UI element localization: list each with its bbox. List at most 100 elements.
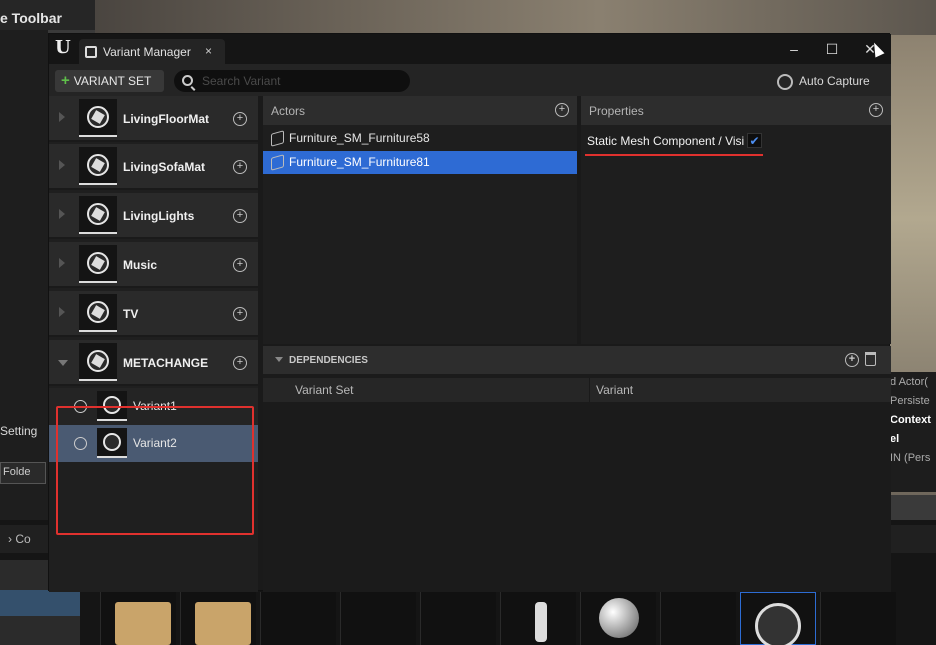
trash-icon[interactable] xyxy=(865,352,876,366)
red-highlight-box xyxy=(56,406,254,535)
variant-set-thumbnail xyxy=(79,343,117,381)
background-detail-line: Context xyxy=(890,414,931,426)
asset-thumbnail[interactable] xyxy=(260,592,336,645)
variant-manager-window: U Variant Manager × – ☐ ✕ +VARIANT SET A… xyxy=(48,33,891,592)
variant-set-name: TV xyxy=(123,307,139,321)
variant-set-thumbnail xyxy=(79,294,117,332)
cube-icon xyxy=(87,350,109,372)
search-input[interactable] xyxy=(202,73,402,89)
add-actor-icon[interactable]: + xyxy=(555,103,569,117)
cube-icon xyxy=(87,301,109,323)
maximize-button[interactable]: ☐ xyxy=(819,38,845,60)
add-dependency-icon[interactable]: + xyxy=(845,353,859,367)
add-property-icon[interactable]: + xyxy=(869,103,883,117)
column-header-variant-set[interactable]: Variant Set xyxy=(295,383,353,397)
content-label: Co xyxy=(15,532,31,546)
actors-panel: Actors + Furniture_SM_Furniture58 Furnit… xyxy=(263,96,577,344)
column-divider[interactable] xyxy=(589,378,590,402)
unreal-logo-icon: U xyxy=(55,37,71,58)
asset-thumbnail[interactable] xyxy=(820,592,896,645)
background-detail-line: el xyxy=(890,433,900,445)
add-variant-icon[interactable]: + xyxy=(233,307,247,321)
variant-set-thumbnail xyxy=(79,99,117,137)
camera-icon xyxy=(777,73,793,90)
plus-icon: + xyxy=(61,72,70,89)
asset-thumbnail[interactable] xyxy=(340,592,416,645)
variant-set-row[interactable]: TV + xyxy=(49,291,258,337)
actor-row-selected[interactable]: Furniture_SM_Furniture81 xyxy=(263,151,577,174)
background-folder-dropdown[interactable]: Folde xyxy=(0,462,46,484)
collapse-arrow-icon[interactable] xyxy=(58,360,68,366)
variant-set-row[interactable]: LivingSofaMat + xyxy=(49,144,258,190)
add-variant-icon[interactable]: + xyxy=(233,209,247,223)
content-tree-selected[interactable] xyxy=(0,590,80,616)
folder-thumbnail[interactable] xyxy=(100,592,176,645)
tab-label: Variant Manager xyxy=(103,45,191,59)
visibility-checkbox[interactable]: ✔ xyxy=(747,133,762,148)
expand-arrow-icon[interactable] xyxy=(59,209,65,219)
static-mesh-icon xyxy=(271,154,284,171)
auto-capture-label: Auto Capture xyxy=(799,74,870,88)
variant-set-name: METACHANGE xyxy=(123,356,209,370)
add-variant-icon[interactable]: + xyxy=(233,258,247,272)
add-variant-icon[interactable]: + xyxy=(233,160,247,174)
viewport-background xyxy=(95,0,936,35)
actor-row[interactable]: Furniture_SM_Furniture58 xyxy=(263,127,577,150)
variant-set-list: LivingFloorMat + LivingSofaMat + LivingL… xyxy=(49,96,258,592)
add-variant-set-button[interactable]: + VARIANT SET xyxy=(55,70,164,92)
dependencies-title: DEPENDENCIES xyxy=(289,355,368,366)
search-box[interactable] xyxy=(174,70,410,92)
column-header-variant[interactable]: Variant xyxy=(596,383,633,397)
expand-arrow-icon[interactable] xyxy=(59,307,65,317)
dependencies-columns: Variant Set Variant xyxy=(263,378,891,402)
asset-thumbnail[interactable] xyxy=(660,592,736,645)
title-bar[interactable]: U Variant Manager × – ☐ ✕ xyxy=(49,34,891,64)
add-variant-icon[interactable]: + xyxy=(233,356,247,370)
asset-thumbnail[interactable] xyxy=(420,592,496,645)
variant-set-thumbnail xyxy=(79,147,117,185)
background-detail-line: Persiste xyxy=(890,395,930,407)
variant-set-name: LivingFloorMat xyxy=(123,112,209,126)
minimize-button[interactable]: – xyxy=(781,38,807,60)
background-toolbar-title: e Toolbar xyxy=(0,0,95,30)
background-settings-label: Setting xyxy=(0,424,38,438)
variant-toolbar: +VARIANT SET Auto Capture xyxy=(49,64,891,96)
static-mesh-icon xyxy=(271,130,284,147)
auto-capture-button[interactable]: Auto Capture xyxy=(777,71,870,91)
cube-icon xyxy=(87,154,109,176)
cube-icon xyxy=(87,252,109,274)
actor-name: Furniture_SM_Furniture58 xyxy=(289,131,430,145)
property-label: Static Mesh Component / Visi xyxy=(587,134,745,148)
variant-set-row-metachange[interactable]: METACHANGE + xyxy=(49,340,258,386)
background-detail-line: IN (Pers xyxy=(890,452,931,464)
expand-arrow-icon[interactable] xyxy=(59,112,65,122)
property-row[interactable]: Static Mesh Component / Visi ✔ xyxy=(581,130,891,152)
dependencies-panel: DEPENDENCIES + Variant Set Variant xyxy=(263,346,891,592)
variant-manager-asset-thumbnail[interactable] xyxy=(740,592,816,645)
properties-header: Properties + xyxy=(581,96,891,125)
background-details-panel: d Actor( Persiste Context el IN (Pers xyxy=(890,372,936,492)
actor-name: Furniture_SM_Furniture81 xyxy=(289,155,430,169)
cube-icon xyxy=(87,106,109,128)
tab-variant-manager[interactable]: Variant Manager × xyxy=(79,39,225,64)
sphere-thumbnail[interactable] xyxy=(580,592,656,645)
expand-arrow-icon[interactable] xyxy=(59,160,65,170)
variant-set-row[interactable]: Music + xyxy=(49,242,258,288)
variant-set-name: LivingSofaMat xyxy=(123,160,206,174)
folder-thumbnail[interactable] xyxy=(180,592,256,645)
background-detail-line: d Actor( xyxy=(890,376,928,388)
search-icon xyxy=(182,75,193,86)
variant-set-thumbnail xyxy=(79,196,117,234)
variant-set-row[interactable]: LivingFloorMat + xyxy=(49,96,258,142)
asset-thumbnail[interactable] xyxy=(500,592,576,645)
tab-close-icon[interactable]: × xyxy=(205,44,212,58)
expand-arrow-icon[interactable] xyxy=(59,258,65,268)
collapse-caret-icon[interactable] xyxy=(275,357,283,362)
cube-icon xyxy=(87,203,109,225)
background-left-panel xyxy=(0,30,48,520)
properties-panel: Properties + Static Mesh Component / Vis… xyxy=(581,96,891,344)
variant-set-row[interactable]: LivingLights + xyxy=(49,193,258,239)
dependencies-header[interactable]: DEPENDENCIES + xyxy=(263,346,891,374)
red-underline xyxy=(585,154,763,156)
add-variant-icon[interactable]: + xyxy=(233,112,247,126)
